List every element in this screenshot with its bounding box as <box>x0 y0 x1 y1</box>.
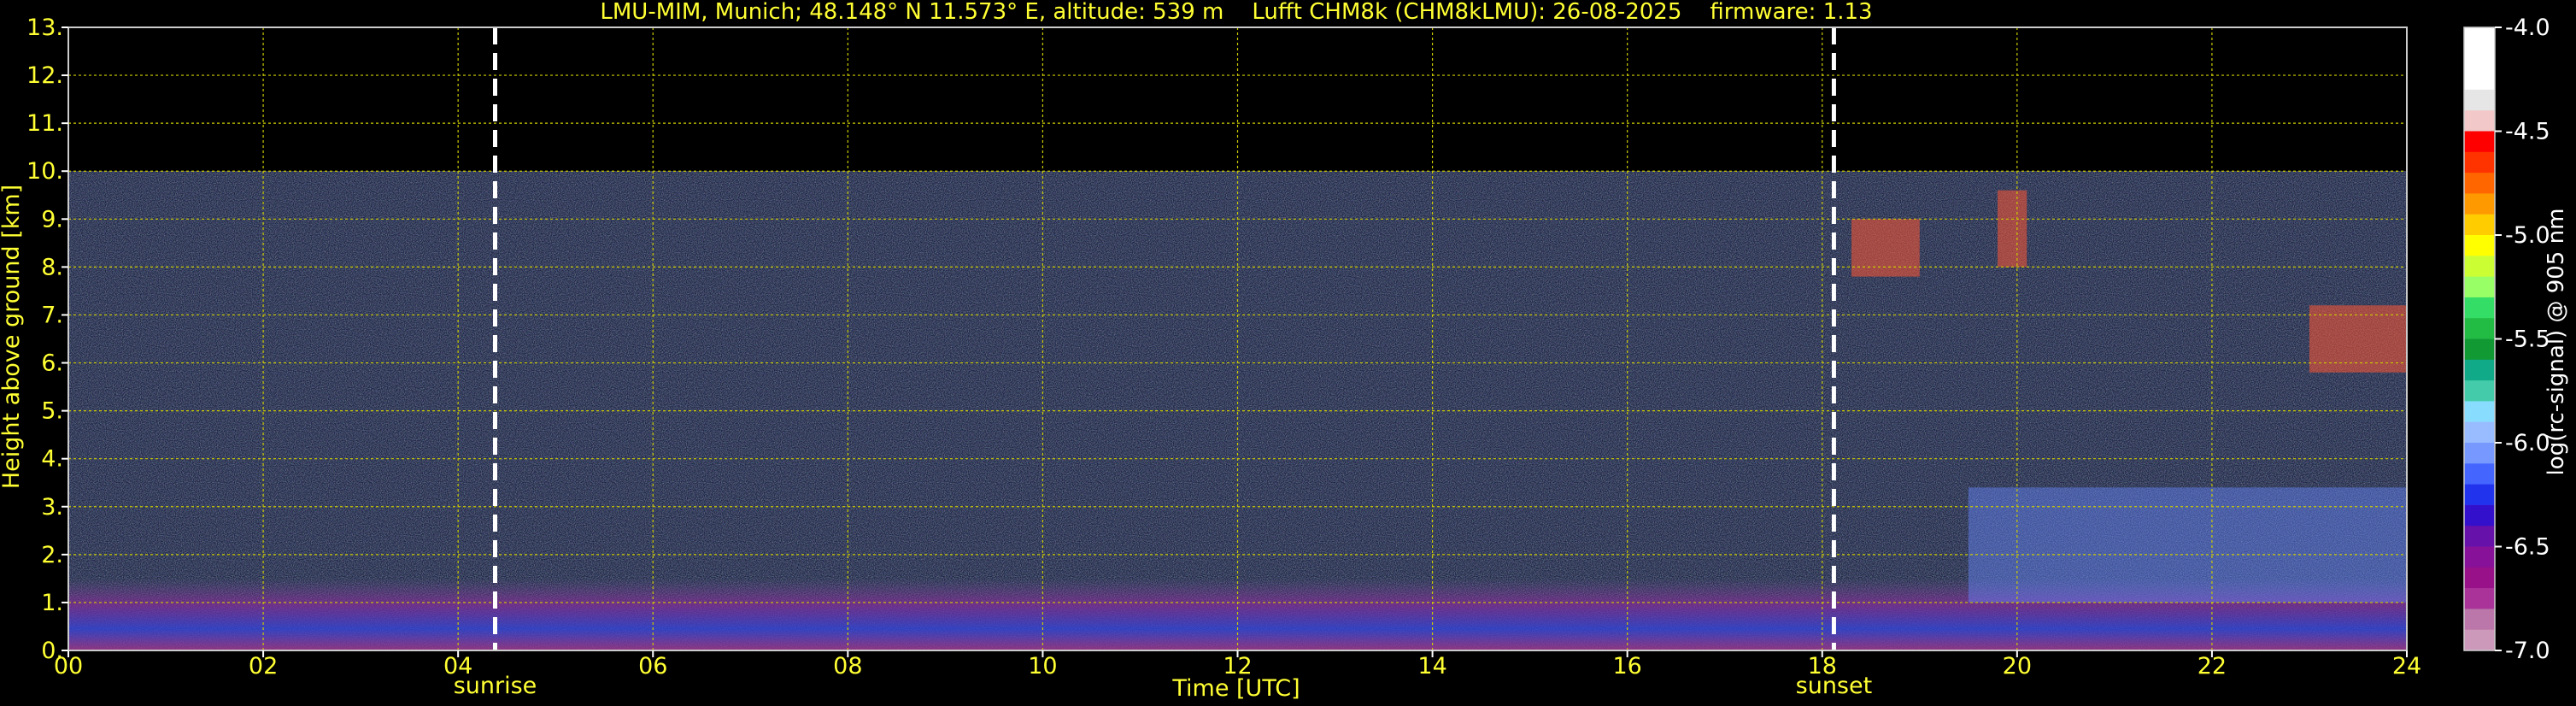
y-tick-label: 2. <box>41 542 63 568</box>
colorbar-tick-label: -7.0 <box>2505 638 2550 664</box>
colorbar-swatch <box>2464 484 2495 506</box>
y-tick-label: 0. <box>41 638 63 664</box>
ceilometer-chart: sunrise sunset 00 02 04 06 08 10 12 14 16 18 20 22 24… <box>0 0 2569 702</box>
x-tick-label: 04 <box>443 653 472 680</box>
colorbar-swatch <box>2464 110 2495 132</box>
x-tick-label: 24 <box>2392 653 2421 680</box>
cirrus-cloud <box>1998 190 2027 268</box>
x-tick-label: 10 <box>1028 653 1057 680</box>
colorbar-swatch <box>2464 359 2495 381</box>
colorbar-label: log(rc-signal) @ 905 nm <box>2544 209 2569 476</box>
cirrus-cloud <box>1851 219 1920 277</box>
colorbar-tick-label: -4.5 <box>2505 119 2550 145</box>
chart-title: LMU-MIM, Munich; 48.148° N 11.573° E, al… <box>600 0 1872 25</box>
y-tick-label: 6. <box>41 350 63 377</box>
colorbar-swatch <box>2464 526 2495 548</box>
colorbar-swatch <box>2464 463 2495 485</box>
y-tick-label: 5. <box>41 398 63 425</box>
y-tick-label: 9. <box>41 206 63 232</box>
x-tick-label: 14 <box>1417 653 1446 680</box>
colorbar-swatch <box>2464 235 2495 256</box>
colorbar-swatch <box>2464 588 2495 609</box>
colorbar-swatch <box>2464 609 2495 631</box>
colorbar-swatch <box>2464 68 2495 91</box>
colorbar-swatch <box>2464 401 2495 423</box>
y-tick-label: 13. <box>26 15 63 41</box>
y-tick-label: 10. <box>26 158 63 185</box>
y-tick-label: 1. <box>41 590 63 616</box>
aerosol-layer <box>1968 487 2407 603</box>
x-axis-label: Time [UTC] <box>1171 675 1300 702</box>
colorbar-swatch <box>2464 567 2495 589</box>
colorbar-swatch <box>2464 48 2495 70</box>
colorbar-swatch <box>2464 173 2495 194</box>
x-tick-label: 08 <box>833 653 862 680</box>
colorbar-swatch <box>2464 338 2495 361</box>
colorbar-swatch <box>2464 131 2495 153</box>
colorbar-swatch <box>2464 443 2495 464</box>
colorbar-swatch <box>2464 629 2495 651</box>
colorbar-swatch <box>2464 193 2495 215</box>
x-tick-label: 20 <box>2003 653 2032 680</box>
y-tick-label: 11. <box>26 110 63 137</box>
y-tick-label: 12. <box>26 62 63 89</box>
y-tick-label: 3. <box>41 494 63 521</box>
colorbar-swatch <box>2464 318 2495 340</box>
y-tick-label: 4. <box>41 446 63 473</box>
x-tick-label: 16 <box>1612 653 1641 680</box>
colorbar-tick-label: -6.5 <box>2505 534 2550 561</box>
y-tick-label: 7. <box>41 302 63 328</box>
colorbar-swatch <box>2464 89 2495 111</box>
colorbar-swatch <box>2464 151 2495 174</box>
x-tick-label: 02 <box>249 653 278 680</box>
colorbar-swatch <box>2464 27 2495 49</box>
colorbar: -4.0-4.5-5.0-5.5-6.0-6.5-7.0 <box>2463 15 2550 664</box>
colorbar-swatch <box>2464 504 2495 527</box>
x-tick-label: 06 <box>638 653 667 680</box>
colorbar-swatch <box>2464 297 2495 319</box>
colorbar-tick-label: -4.0 <box>2505 15 2550 41</box>
y-tick-label: 8. <box>41 254 63 280</box>
colorbar-swatch <box>2464 214 2495 236</box>
colorbar-swatch <box>2464 380 2495 402</box>
y-axis-label: Height above ground [km] <box>0 185 25 489</box>
colorbar-swatch <box>2464 276 2495 298</box>
colorbar-swatch <box>2464 546 2495 568</box>
colorbar-swatch <box>2464 256 2495 278</box>
x-tick-label: 22 <box>2198 653 2227 680</box>
x-tick-label: 18 <box>1808 653 1837 680</box>
colorbar-swatch <box>2464 421 2495 444</box>
